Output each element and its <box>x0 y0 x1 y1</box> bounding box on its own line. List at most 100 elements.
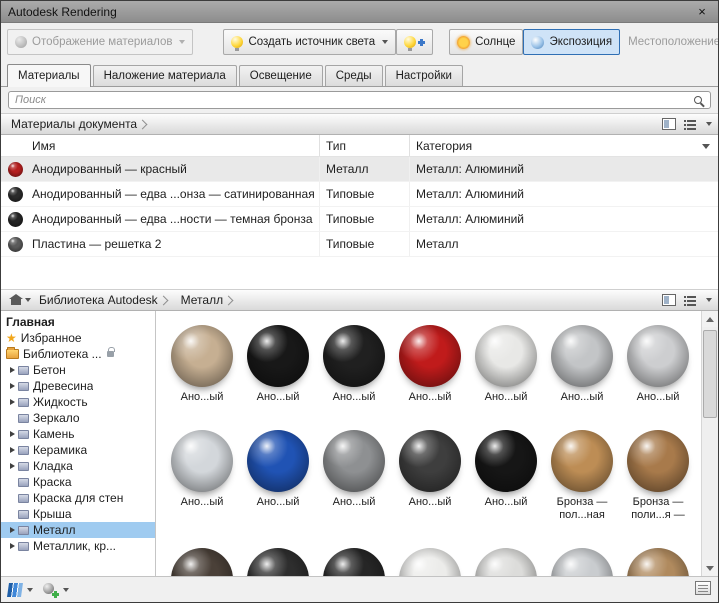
chevron-down-icon[interactable] <box>706 122 712 126</box>
material-tile[interactable]: Ано...ый <box>544 317 620 404</box>
tree-category-item[interactable]: Кладка <box>1 458 155 474</box>
material-tile[interactable]: Ано...ый <box>392 422 468 522</box>
exposure-button[interactable]: Экспозиция <box>523 29 621 55</box>
manage-library-button[interactable] <box>7 582 33 597</box>
close-icon[interactable]: × <box>693 4 711 19</box>
tree-category-item[interactable]: Краска для стен <box>1 490 155 506</box>
category-label: Металл <box>33 523 76 537</box>
material-tile[interactable]: Ано...ый <box>316 317 392 404</box>
sun-button[interactable]: Солнце <box>449 29 524 55</box>
table-row[interactable]: Анодированный — едва ...онза — сатиниров… <box>1 182 718 207</box>
create-light-button[interactable]: Создать источник света <box>223 29 397 55</box>
material-tile[interactable]: Ано...ый <box>468 422 544 522</box>
chevron-down-icon[interactable] <box>706 298 712 302</box>
material-tile[interactable] <box>240 540 316 576</box>
expand-arrow-icon[interactable] <box>10 447 15 453</box>
tab[interactable]: Освещение <box>238 65 323 86</box>
material-tile[interactable]: Бронза — поли...я — <box>620 422 696 522</box>
column-options-icon[interactable] <box>702 144 710 149</box>
tab[interactable]: Настройки <box>384 65 463 86</box>
tree-item-favorites[interactable]: ★ Избранное <box>1 330 155 346</box>
expand-arrow-icon[interactable] <box>10 543 15 549</box>
material-tile[interactable]: Ано...ый <box>620 317 696 404</box>
tree-category-item[interactable]: Бетон <box>1 362 155 378</box>
materials-display-button[interactable]: Отображение материалов <box>7 29 194 55</box>
expand-arrow-icon[interactable] <box>10 527 15 533</box>
material-sphere-preview <box>475 547 537 576</box>
category-label: Металлик, кр... <box>33 539 116 553</box>
breadcrumb-document-materials[interactable]: Материалы документа <box>7 114 156 134</box>
material-sphere-preview <box>323 325 385 387</box>
name-column-header[interactable]: Имя <box>29 139 319 153</box>
tree-category-item[interactable]: Металл <box>1 522 155 538</box>
material-tile[interactable]: Ано...ый <box>316 422 392 522</box>
tab[interactable]: Наложение материала <box>92 65 237 86</box>
title-bar: Autodesk Rendering × <box>1 1 718 23</box>
expand-arrow-icon[interactable] <box>10 431 15 437</box>
vertical-scrollbar[interactable] <box>701 311 718 576</box>
material-tile[interactable] <box>544 540 620 576</box>
material-tile[interactable] <box>164 540 240 576</box>
tree-category-item[interactable]: Краска <box>1 474 155 490</box>
scroll-up-button[interactable] <box>702 311 718 327</box>
expand-arrow-icon[interactable] <box>10 463 15 469</box>
create-material-button[interactable] <box>43 582 69 598</box>
material-tile[interactable] <box>392 540 468 576</box>
category-icon <box>18 541 29 551</box>
tab[interactable]: Среды <box>324 65 383 86</box>
arrow-down-icon <box>706 565 714 571</box>
list-view-icon[interactable] <box>683 118 697 130</box>
expand-arrow-icon[interactable] <box>10 399 15 405</box>
tab[interactable]: Материалы <box>7 64 91 87</box>
material-tile[interactable]: Бронза — пол...ная <box>544 422 620 522</box>
place-light-button[interactable] <box>396 29 434 55</box>
home-crumb[interactable] <box>7 290 35 310</box>
material-tile[interactable] <box>316 540 392 576</box>
expand-arrow-icon[interactable] <box>10 367 15 373</box>
table-row[interactable]: Анодированный — едва ...ности — темная б… <box>1 207 718 232</box>
tree-item-library-root[interactable]: Библиотека ... <box>1 346 155 362</box>
material-sphere-preview <box>551 429 613 492</box>
material-tile[interactable]: Ано...ый <box>392 317 468 404</box>
category-icon <box>18 461 29 471</box>
tree-category-item[interactable]: Зеркало <box>1 410 155 426</box>
list-view-icon[interactable] <box>683 294 697 306</box>
library-panel-toggle-icon[interactable] <box>695 581 711 595</box>
tree-item-home[interactable]: Главная <box>1 314 155 330</box>
material-tile[interactable] <box>468 540 544 576</box>
material-tile-label: Ано...ый <box>256 495 300 508</box>
category-column-header[interactable]: Категория <box>409 135 718 156</box>
material-tile[interactable]: Ано...ый <box>164 317 240 404</box>
material-tile[interactable]: Ано...ый <box>240 317 316 404</box>
tree-category-item[interactable]: Крыша <box>1 506 155 522</box>
tree-category-item[interactable]: Керамика <box>1 442 155 458</box>
thumbnail-view-icon[interactable] <box>662 118 676 130</box>
tree-category-item[interactable]: Камень <box>1 426 155 442</box>
scroll-down-button[interactable] <box>702 560 718 576</box>
material-sphere-preview <box>627 325 689 387</box>
home-icon <box>9 294 23 305</box>
material-thumbnails-panel: Ано...ый Ано...ый Ано...ый Ано...ый Ано.… <box>156 311 701 576</box>
search-input[interactable] <box>8 91 711 109</box>
scrollbar-thumb[interactable] <box>703 330 717 418</box>
breadcrumb-metal[interactable]: Металл <box>177 290 242 310</box>
search-icon[interactable] <box>694 96 702 104</box>
tab-label: Настройки <box>395 70 452 82</box>
expand-arrow-icon[interactable] <box>10 383 15 389</box>
table-row[interactable]: Пластина — решетка 2 Типовые Металл <box>1 232 718 257</box>
tree-category-item[interactable]: Древесина <box>1 378 155 394</box>
material-tile[interactable]: Ано...ый <box>240 422 316 522</box>
thumbnail-view-icon[interactable] <box>662 294 676 306</box>
table-header: Имя Тип Категория <box>1 135 718 157</box>
material-tile[interactable]: Ано...ый <box>468 317 544 404</box>
breadcrumb-library[interactable]: Библиотека Autodesk <box>35 290 177 310</box>
material-tile[interactable] <box>620 540 696 576</box>
type-column-header[interactable]: Тип <box>319 135 409 156</box>
location-button[interactable]: Местоположение <box>620 29 718 55</box>
status-bar-right <box>695 581 711 598</box>
tree-category-item[interactable]: Металлик, кр... <box>1 538 155 554</box>
toolbar: Отображение материалов Создать источник … <box>1 23 718 61</box>
tree-category-item[interactable]: Жидкость <box>1 394 155 410</box>
material-tile[interactable]: Ано...ый <box>164 422 240 522</box>
table-row[interactable]: Анодированный — красный Металл Металл: А… <box>1 157 718 182</box>
